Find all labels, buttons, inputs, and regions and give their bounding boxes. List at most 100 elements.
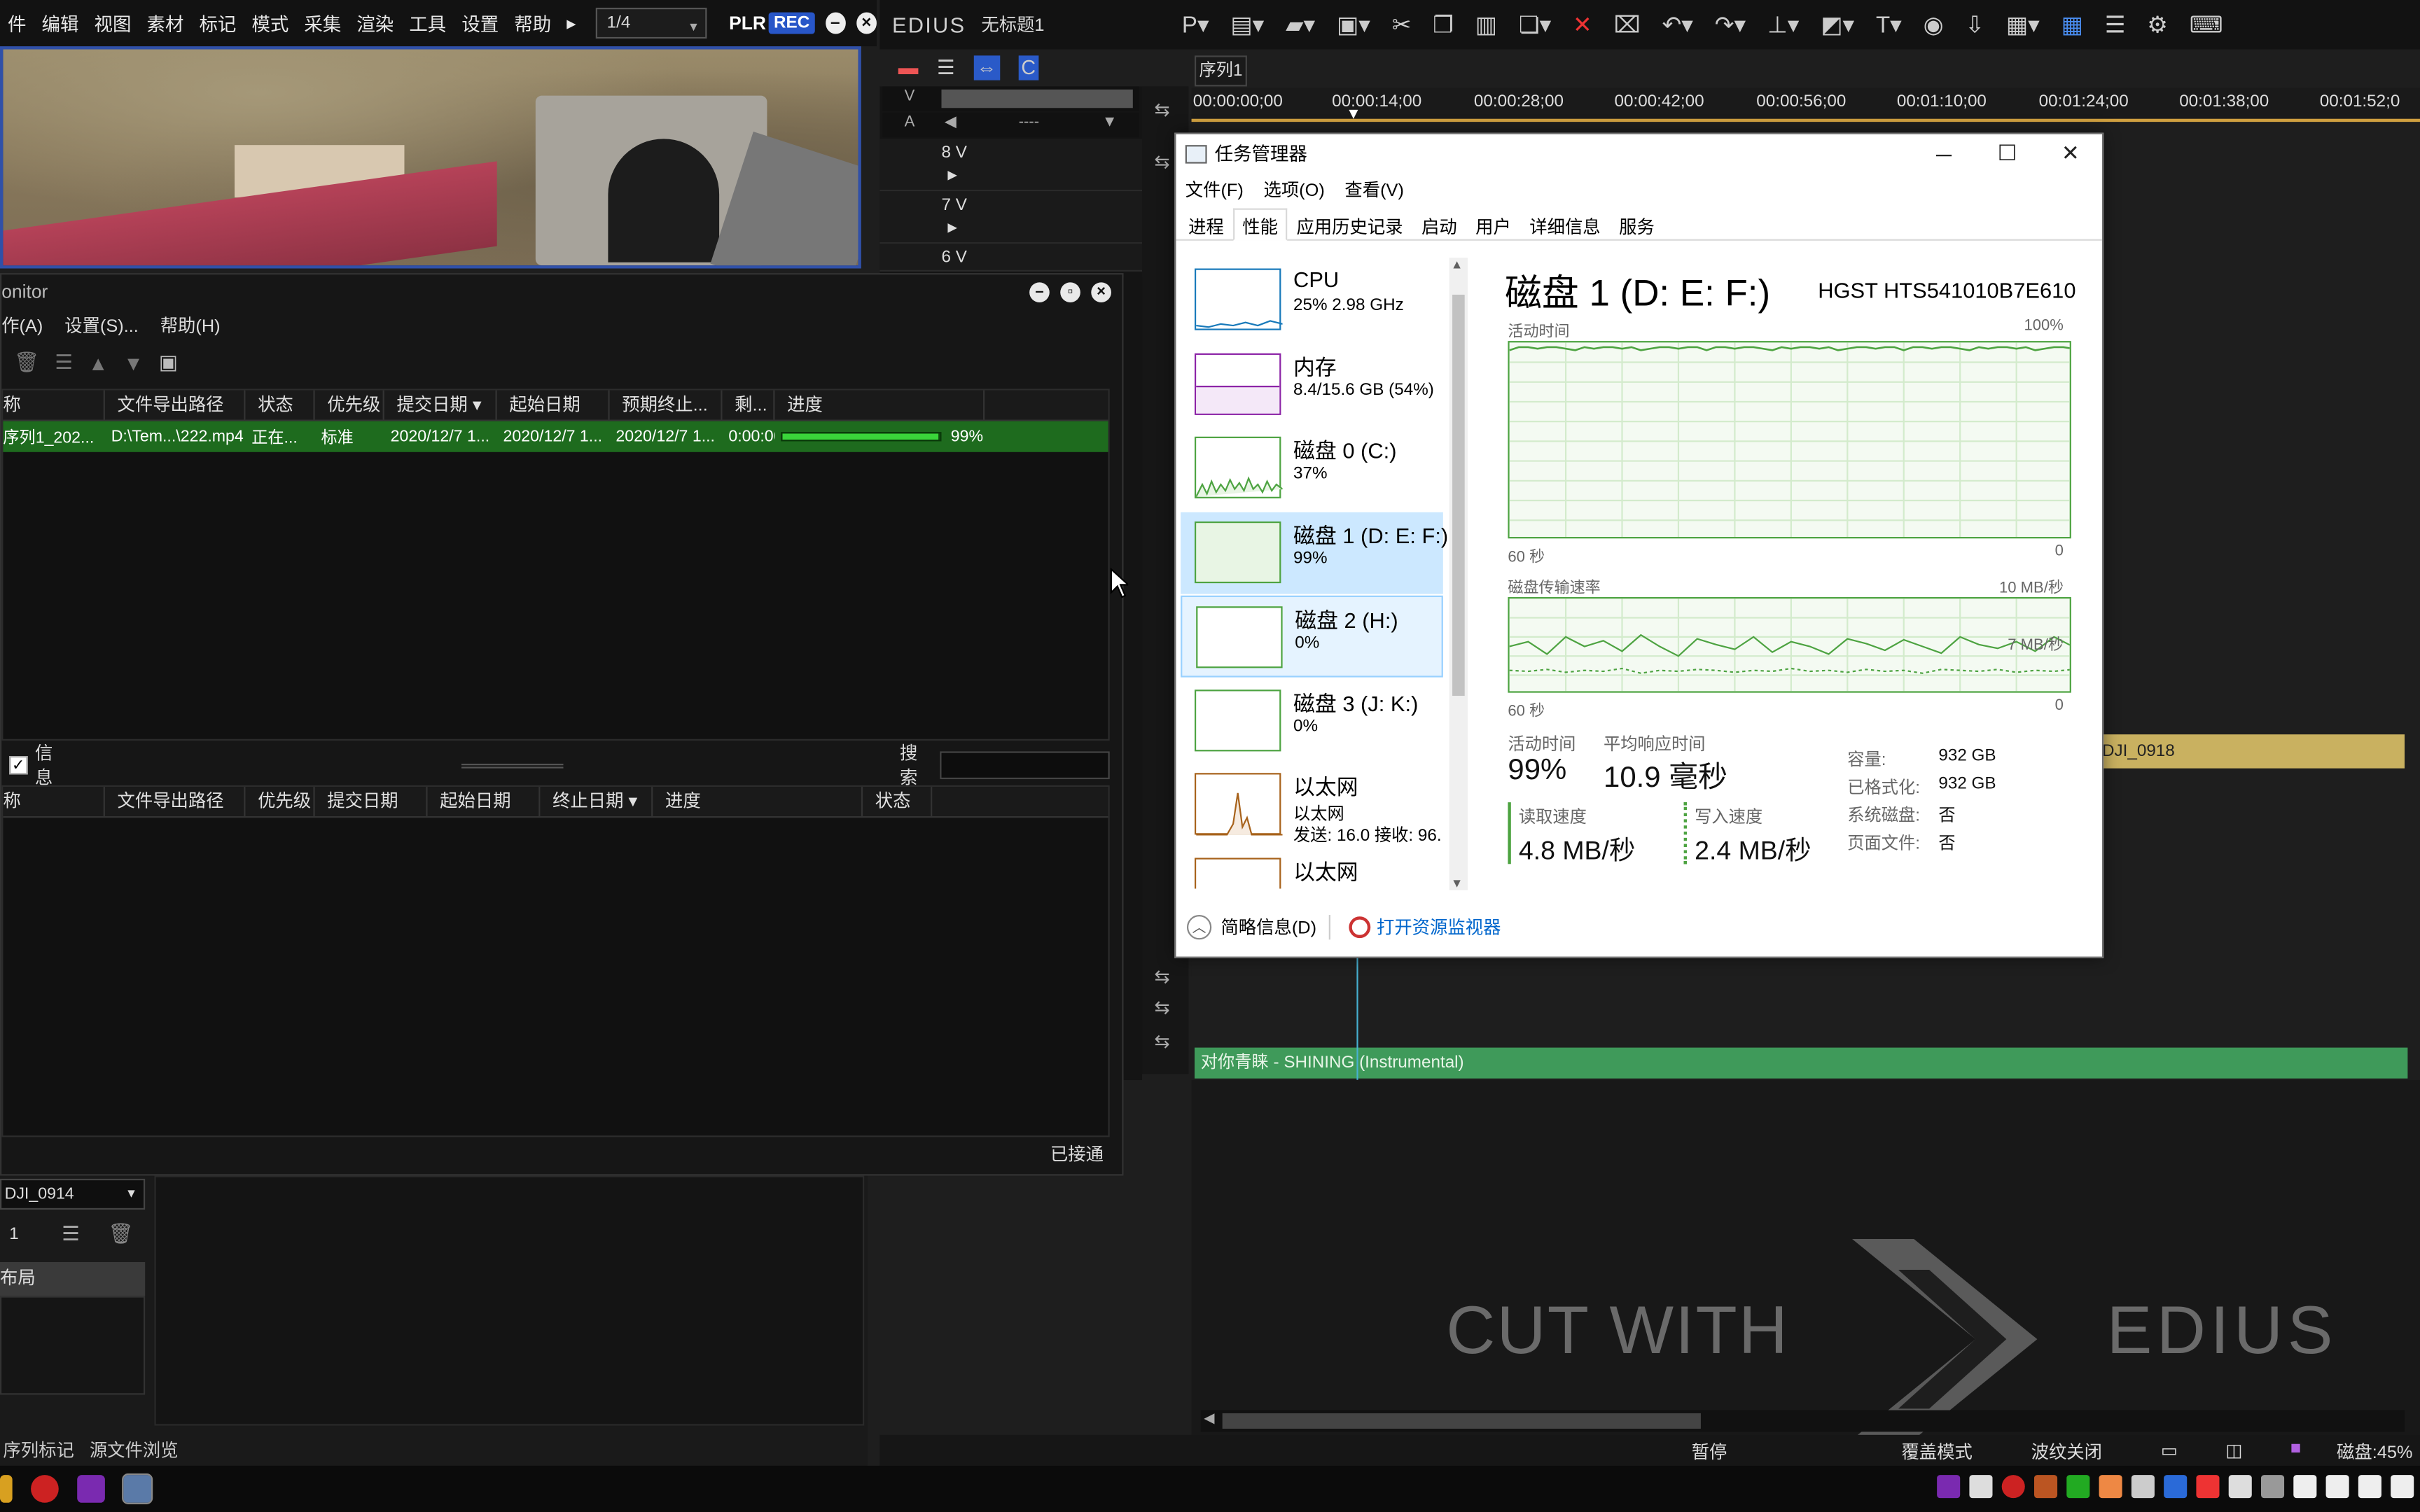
menu-options[interactable]: 选项(O) xyxy=(1263,177,1324,202)
minimize-icon[interactable]: ─ xyxy=(1912,141,1975,166)
monitor-icon[interactable]: ▭ xyxy=(2161,1439,2178,1461)
info-checkbox[interactable]: ✓ xyxy=(9,756,28,775)
track-tool-red-icon[interactable]: ▬ xyxy=(898,55,919,80)
col-start[interactable]: 起始日期 xyxy=(428,787,541,816)
search-input[interactable] xyxy=(940,751,1110,780)
scroll-down-icon[interactable]: ▼ xyxy=(1451,876,1463,890)
keyboard-icon[interactable]: ⌨ xyxy=(2190,10,2223,38)
swap-icon[interactable]: ⇆ xyxy=(1155,151,1170,173)
monitor-menu-action[interactable]: 作(A) xyxy=(1,313,43,337)
tray-display-icon[interactable] xyxy=(2261,1475,2285,1499)
menu-view[interactable]: 视图 xyxy=(86,10,139,36)
track-6v[interactable]: 6 V xyxy=(879,244,1143,272)
app-icon[interactable]: ■ xyxy=(2290,1439,2301,1457)
taskmgr-titlebar[interactable]: 任务管理器 ─ ☐ ✕ xyxy=(1176,134,2102,173)
project-preset-icon[interactable]: P▾ xyxy=(1182,10,1209,38)
menu-mode[interactable]: 模式 xyxy=(244,10,296,36)
sidebar-scrollbar[interactable]: ▲ ▼ xyxy=(1449,258,1468,890)
audio-dropdown-icon[interactable]: ▼ xyxy=(1102,114,1118,131)
scrollbar-thumb[interactable] xyxy=(1452,294,1465,696)
open-resource-monitor-link[interactable]: 打开资源监视器 xyxy=(1377,915,1501,939)
ripple-delete-icon[interactable]: ⌧ xyxy=(1614,10,1641,38)
undo-icon[interactable]: ↶▾ xyxy=(1662,10,1693,38)
delete-icon[interactable]: ✕ xyxy=(1573,10,1592,38)
tab-app-history[interactable]: 应用历史记录 xyxy=(1287,209,1412,239)
monitor-menu-help[interactable]: 帮助(H) xyxy=(160,313,221,337)
splitter-handle[interactable] xyxy=(461,762,564,768)
tray-battery-icon[interactable] xyxy=(2325,1475,2349,1499)
menu-render[interactable]: 渲染 xyxy=(349,10,401,36)
close-icon[interactable]: × xyxy=(1091,281,1111,302)
tray-people-icon[interactable] xyxy=(2099,1475,2122,1499)
taskmgr-app-icon[interactable] xyxy=(122,1473,153,1504)
maximize-icon[interactable]: ☐ xyxy=(1975,141,2038,167)
minimize-icon[interactable]: – xyxy=(825,12,846,34)
trash-icon[interactable]: 🗑 xyxy=(108,1222,133,1247)
copy-icon[interactable]: ❐ xyxy=(1433,10,1454,38)
display-icon[interactable]: ◫ xyxy=(2225,1439,2242,1461)
tray-edius-icon[interactable] xyxy=(1937,1475,1961,1499)
scroll-up-icon[interactable]: ▲ xyxy=(1451,258,1463,272)
track-tool-link-icon[interactable]: ⇔ xyxy=(973,55,1000,80)
bin-layout-item[interactable]: 布局 xyxy=(0,1261,146,1296)
time-ruler[interactable]: 00:00:00;00 00:00:14;00 00:00:28;00 00:0… xyxy=(1191,88,2420,123)
col-end[interactable]: 预期终止... xyxy=(610,390,723,420)
edius-app-icon[interactable] xyxy=(77,1475,105,1503)
expand-arrow-icon[interactable]: ▶ xyxy=(947,220,957,234)
record-app-icon[interactable] xyxy=(31,1475,59,1503)
tray-ime-icon[interactable] xyxy=(2391,1475,2414,1499)
cut-icon[interactable]: ✂ xyxy=(1392,10,1412,38)
tab-sequence-markers[interactable]: 序列标记 xyxy=(3,1438,74,1462)
track-7v[interactable]: 7 V ▶ xyxy=(879,191,1143,244)
tab-source-browser[interactable]: 源文件浏览 xyxy=(90,1438,179,1462)
trash-icon[interactable]: 🗑 xyxy=(14,350,39,374)
scrollbar-thumb[interactable] xyxy=(1222,1413,1701,1429)
col-priority[interactable]: 优先级 xyxy=(315,390,384,420)
perf-item-ethernet2[interactable]: 以太网 xyxy=(1181,848,1443,889)
list-icon[interactable]: ☰ xyxy=(62,1222,80,1247)
col-path[interactable]: 文件导出路径 xyxy=(105,390,246,420)
page-select[interactable]: 1/4 xyxy=(596,8,708,42)
expand-arrow-icon[interactable]: ▶ xyxy=(947,168,957,182)
menu-marker[interactable]: 标记 xyxy=(191,10,244,36)
mixer-icon[interactable]: ◉ xyxy=(1924,10,1944,38)
monitor-menu-settings[interactable]: 设置(S)... xyxy=(64,313,139,337)
tray-record-icon[interactable] xyxy=(2001,1475,2025,1499)
swap-icon[interactable]: ⇆ xyxy=(1155,966,1170,988)
tray-wechat-icon[interactable] xyxy=(2066,1475,2090,1499)
tab-performance[interactable]: 性能 xyxy=(1233,208,1288,241)
tray-app-icon[interactable] xyxy=(2034,1475,2058,1499)
move-up-icon[interactable]: ▲ xyxy=(88,351,108,374)
audio-clip[interactable]: 对你青睐 - SHINING (Instrumental) xyxy=(1194,1047,2408,1079)
swap-icon[interactable]: ⇆ xyxy=(1155,1030,1170,1052)
menu-settings[interactable]: 设置 xyxy=(454,10,506,36)
swap-icon[interactable]: ⇆ xyxy=(1155,997,1170,1018)
paste-icon[interactable]: ▥ xyxy=(1475,10,1497,38)
col-priority[interactable]: 优先级 xyxy=(245,787,315,816)
tab-services[interactable]: 服务 xyxy=(1610,209,1664,239)
restore-icon[interactable]: ▫ xyxy=(1060,281,1080,302)
swap-icon[interactable]: ⇆ xyxy=(1155,99,1170,120)
transition-icon[interactable]: ◩▾ xyxy=(1821,10,1854,38)
bin-content[interactable] xyxy=(154,1175,865,1426)
tray-shield-icon[interactable] xyxy=(2196,1475,2220,1499)
col-remaining[interactable]: 剩... xyxy=(723,390,775,420)
open-folder-icon[interactable]: ▰▾ xyxy=(1286,10,1315,38)
col-submit[interactable]: 提交日期 ▾ xyxy=(384,390,497,420)
player-preview[interactable] xyxy=(0,46,861,269)
tray-lock-icon[interactable] xyxy=(2228,1475,2252,1499)
redo-icon[interactable]: ↷▾ xyxy=(1715,10,1746,38)
perf-item-cpu[interactable]: CPU 25% 2.98 GHz xyxy=(1181,259,1443,341)
save-icon[interactable]: ▣▾ xyxy=(1337,10,1370,38)
col-status[interactable]: 状态 xyxy=(863,787,933,816)
menu-help[interactable]: 帮助 xyxy=(506,10,559,36)
perf-item-disk0[interactable]: 磁盘 0 (C:) 37% xyxy=(1181,428,1443,510)
tab-details[interactable]: 详细信息 xyxy=(1520,209,1610,239)
taskbar-app-icon[interactable] xyxy=(0,1475,13,1503)
perf-item-disk2[interactable]: 磁盘 2 (H:) 0% xyxy=(1181,595,1443,678)
tray-word-icon[interactable] xyxy=(2164,1475,2188,1499)
table-row[interactable]: 序列1_202... D:\Tem...\222.mp4 正在... 标准 20… xyxy=(3,421,1108,452)
track-tool-c-icon[interactable]: C xyxy=(1017,55,1039,80)
col-progress[interactable]: 进度 xyxy=(653,787,863,816)
col-name[interactable]: 称 xyxy=(3,787,105,816)
